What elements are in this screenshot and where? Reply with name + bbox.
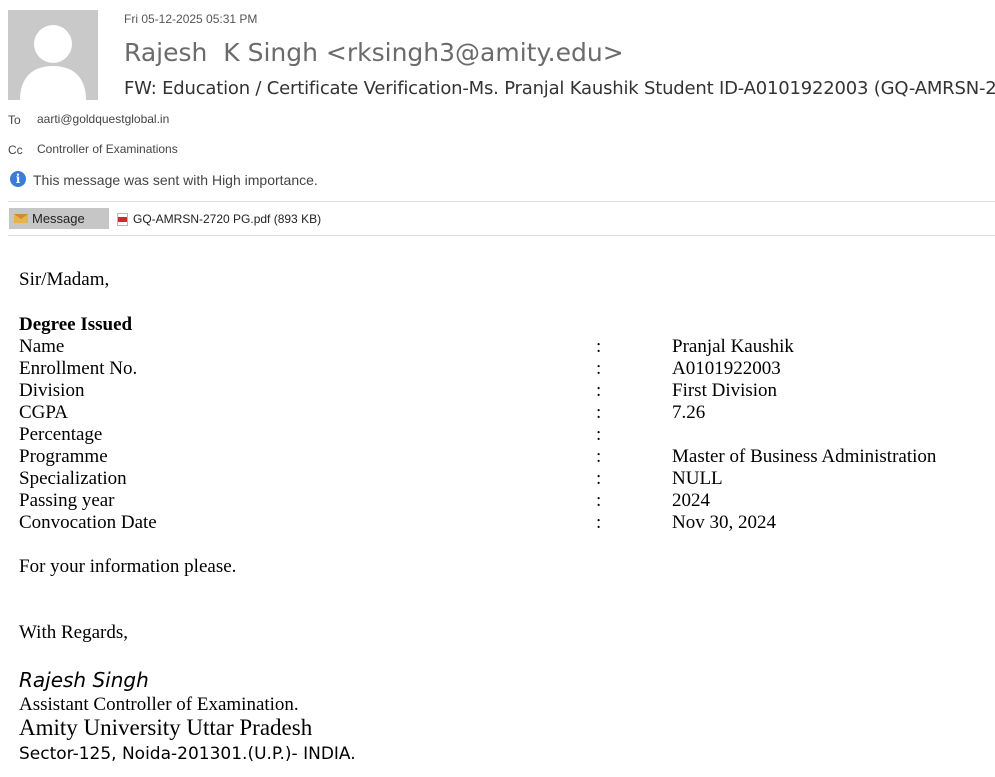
signature-title: Assistant Controller of Examination. [19,694,299,715]
closing-line: With Regards, [19,622,128,643]
sender-name[interactable]: Rajesh K Singh <rksingh3@amity.edu> [124,38,624,67]
field-label: Percentage [19,424,103,445]
field-value: Master of Business Administration [672,446,937,467]
field-colon: : [596,490,602,511]
field-colon: : [596,358,602,379]
cc-recipient[interactable]: Controller of Examinations [37,142,178,156]
attachment-item[interactable]: GQ-AMRSN-2720 PG.pdf (893 KB) [117,209,321,229]
sent-datetime: Fri 05-12-2025 05:31 PM [124,12,258,26]
message-tab[interactable]: Message [9,208,109,229]
importance-notice: This message was sent with High importan… [33,172,318,188]
tabs-divider [8,235,995,236]
field-label: Division [19,380,85,401]
field-value: 7.26 [672,402,706,423]
section-heading: Degree Issued [19,314,133,335]
sender-avatar [8,10,98,100]
field-value: A0101922003 [672,358,781,379]
field-label: Passing year [19,490,115,511]
field-label: Name [19,336,65,357]
to-label: To [8,113,21,127]
signature-address: Sector-125, Noida-201301.(U.P.)- INDIA. [19,744,356,764]
header-divider [8,201,995,202]
pdf-file-icon [117,212,128,226]
greeting: Sir/Madam, [19,269,110,290]
field-colon: : [596,402,602,423]
info-line: For your information please. [19,556,237,577]
email-subject: FW: Education / Certificate Verification… [124,78,995,99]
field-label: CGPA [19,402,68,423]
envelope-icon [14,214,28,223]
message-tab-label: Message [32,211,85,226]
field-label: Programme [19,446,108,467]
field-label: Convocation Date [19,512,157,533]
field-label: Specialization [19,468,127,489]
field-colon: : [596,380,602,401]
field-label: Enrollment No. [19,358,138,379]
attachment-label: GQ-AMRSN-2720 PG.pdf (893 KB) [133,212,322,226]
cc-label: Cc [8,143,23,157]
field-colon: : [596,446,602,467]
field-value: First Division [672,380,778,401]
field-value: Nov 30, 2024 [672,512,776,533]
info-icon: i [10,171,26,187]
signature-university: Amity University Uttar Pradesh [19,715,313,740]
field-value: 2024 [672,490,710,511]
field-colon: : [596,424,602,445]
signature-name: Rajesh Singh [19,668,149,692]
field-colon: : [596,512,602,533]
person-silhouette-icon [8,10,98,100]
field-colon: : [596,468,602,489]
field-value: Pranjal Kaushik [672,336,794,357]
to-recipient[interactable]: aarti@goldquestglobal.in [37,112,169,126]
field-colon: : [596,336,602,357]
field-value: NULL [672,468,723,489]
